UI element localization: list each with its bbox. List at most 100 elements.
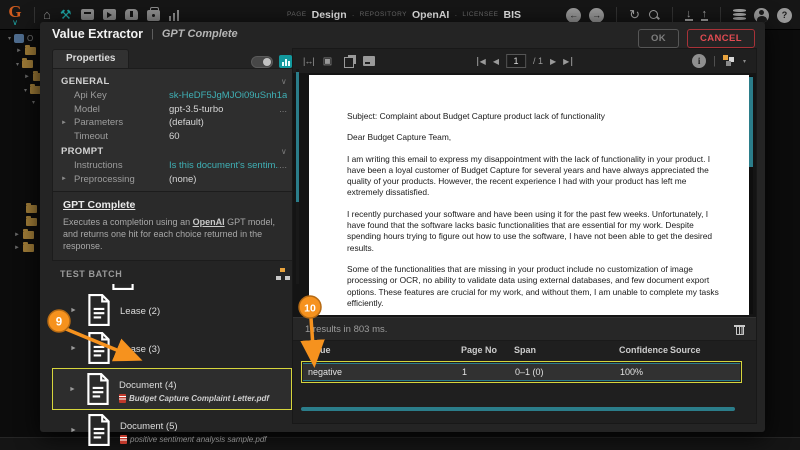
caret-down-icon[interactable]: ▾: [24, 87, 27, 94]
results-horizontal-scrollbar[interactable]: [301, 407, 735, 411]
properties-scrollbar[interactable]: [296, 69, 299, 284]
chart-icon[interactable]: [279, 55, 292, 68]
job-bag-icon[interactable]: [147, 10, 160, 21]
openai-link[interactable]: OpenAI: [193, 217, 225, 227]
section-general[interactable]: GENERAL ∨: [61, 73, 287, 89]
caret-right-icon[interactable]: ►: [14, 245, 20, 251]
caret-right-icon[interactable]: ►: [14, 232, 20, 238]
cancel-button[interactable]: CANCEL: [687, 29, 755, 48]
caret-down-icon[interactable]: ▾: [16, 61, 19, 68]
repository-node-icon[interactable]: [14, 34, 24, 43]
caret-right-icon[interactable]: ►: [69, 386, 85, 393]
column-header-source[interactable]: Source: [670, 345, 701, 355]
caret-right-icon[interactable]: ►: [16, 48, 22, 54]
refresh-icon[interactable]: ↻: [629, 7, 640, 23]
previous-page-icon[interactable]: ◀: [493, 57, 499, 66]
download-icon[interactable]: ↓: [685, 9, 693, 21]
user-icon[interactable]: [754, 8, 769, 23]
table-row[interactable]: negative 1 0–1 (0) 100%: [303, 363, 740, 381]
section-prompt[interactable]: PROMPT ∨: [61, 143, 287, 159]
caret-right-icon[interactable]: ►: [24, 74, 30, 80]
fit-frame-icon[interactable]: ▣: [323, 56, 332, 67]
last-page-icon[interactable]: ▶: [563, 57, 572, 66]
back-icon[interactable]: ←: [566, 8, 581, 23]
caret-right-icon[interactable]: ►: [70, 307, 86, 314]
list-item-document-4[interactable]: ► Document (4) Budget Capture Complaint …: [53, 369, 291, 409]
caret-right-icon[interactable]: ►: [61, 120, 74, 126]
pages-icon[interactable]: [344, 57, 354, 68]
folder-icon[interactable]: [22, 60, 33, 68]
caret-right-icon[interactable]: ►: [70, 427, 86, 434]
parameters-value[interactable]: (default): [169, 117, 287, 128]
next-page-icon[interactable]: ▶: [550, 57, 556, 66]
properties-toggle[interactable]: [251, 56, 273, 68]
image-icon[interactable]: [363, 56, 375, 66]
repository-value[interactable]: OpenAI: [412, 9, 449, 21]
media-icon[interactable]: [103, 9, 116, 20]
chevron-down-icon[interactable]: ∨: [281, 77, 287, 86]
fit-width-icon[interactable]: |↔|: [303, 56, 314, 66]
result-confidence: 100%: [620, 367, 643, 377]
archive-icon[interactable]: [81, 9, 94, 20]
property-row-preprocessing[interactable]: ► Preprocessing (none): [61, 173, 287, 187]
highlight-palette-icon[interactable]: [723, 55, 736, 67]
model-value[interactable]: gpt-3.5-turbo: [169, 104, 279, 115]
caret-down-icon[interactable]: ▾: [8, 35, 11, 42]
property-row-model[interactable]: Model gpt-3.5-turbo ...: [61, 103, 287, 117]
folder-icon[interactable]: [23, 231, 34, 239]
column-header-page-no[interactable]: Page No: [461, 345, 497, 355]
property-row-instructions[interactable]: Instructions Is this document's sentim..…: [61, 159, 287, 173]
stats-icon[interactable]: [169, 9, 180, 21]
folder-icon[interactable]: [26, 205, 37, 213]
tools-icon[interactable]: ⚒: [60, 8, 72, 21]
database-icon[interactable]: [733, 9, 746, 21]
folder-icon[interactable]: [23, 244, 34, 252]
chevron-down-icon[interactable]: ∨: [281, 147, 287, 156]
property-row-timeout[interactable]: Timeout 60: [61, 130, 287, 144]
first-page-icon[interactable]: ◀: [477, 57, 486, 66]
help-icon[interactable]: ?: [777, 8, 792, 23]
instructions-value[interactable]: Is this document's sentim...: [169, 160, 279, 171]
more-button[interactable]: ...: [279, 104, 287, 115]
dropdown-caret-icon[interactable]: ▾: [743, 58, 746, 65]
list-item-lease-2[interactable]: ► Lease (2): [52, 291, 298, 329]
folder-icon[interactable]: [25, 47, 36, 55]
column-header-span[interactable]: Span: [514, 345, 536, 355]
property-label: Model: [74, 104, 169, 115]
document-paragraph: Some of the functionalities that are mis…: [347, 264, 719, 309]
preprocessing-value[interactable]: (none): [169, 174, 287, 185]
caret-right-icon[interactable]: ►: [61, 176, 74, 182]
list-item-lease-3[interactable]: ► Lease (3): [52, 329, 298, 367]
info-icon[interactable]: i: [692, 54, 706, 68]
folder-icon[interactable]: [26, 218, 37, 226]
licensee-value[interactable]: BIS: [504, 9, 522, 21]
caret-right-icon[interactable]: ►: [70, 345, 86, 352]
results-summary: 1 results in 803 ms.: [305, 324, 387, 335]
dot-separator: ·: [454, 10, 457, 20]
page-number-input[interactable]: [506, 54, 526, 68]
caret-down-icon[interactable]: ▾: [32, 99, 35, 106]
list-item-document-5[interactable]: ► Document (5) positive sentiment analys…: [52, 411, 298, 449]
app-logo[interactable]: G ∨: [0, 4, 30, 26]
document-paragraph: Dear Budget Capture Team,: [347, 132, 719, 143]
property-row-api-key[interactable]: Api Key sk-HeDF5JgMJOi09uSnh1a...: [61, 89, 287, 103]
upload-box-icon[interactable]: [125, 9, 138, 20]
search-icon[interactable]: [648, 9, 660, 21]
trash-icon[interactable]: [735, 325, 744, 335]
document-page[interactable]: Subject: Complaint about Budget Capture …: [309, 75, 749, 315]
timeout-value[interactable]: 60: [169, 131, 287, 142]
section-prompt-label: PROMPT: [61, 146, 103, 157]
column-header-confidence[interactable]: Confidence: [619, 345, 668, 355]
forward-icon[interactable]: →: [589, 8, 604, 23]
api-key-value[interactable]: sk-HeDF5JgMJOi09uSnh1a...: [169, 90, 287, 101]
property-row-parameters[interactable]: ► Parameters (default): [61, 116, 287, 130]
home-icon[interactable]: ⌂: [43, 8, 51, 21]
upload-icon[interactable]: ↑: [701, 9, 709, 21]
more-button[interactable]: ...: [279, 160, 287, 171]
page-value[interactable]: Design: [312, 9, 347, 21]
document-scrollbar[interactable]: [749, 76, 753, 314]
tab-properties[interactable]: Properties: [52, 49, 129, 68]
ok-button[interactable]: OK: [638, 29, 679, 48]
column-header-value[interactable]: Value: [307, 345, 331, 355]
batch-hierarchy-icon[interactable]: [276, 268, 290, 280]
